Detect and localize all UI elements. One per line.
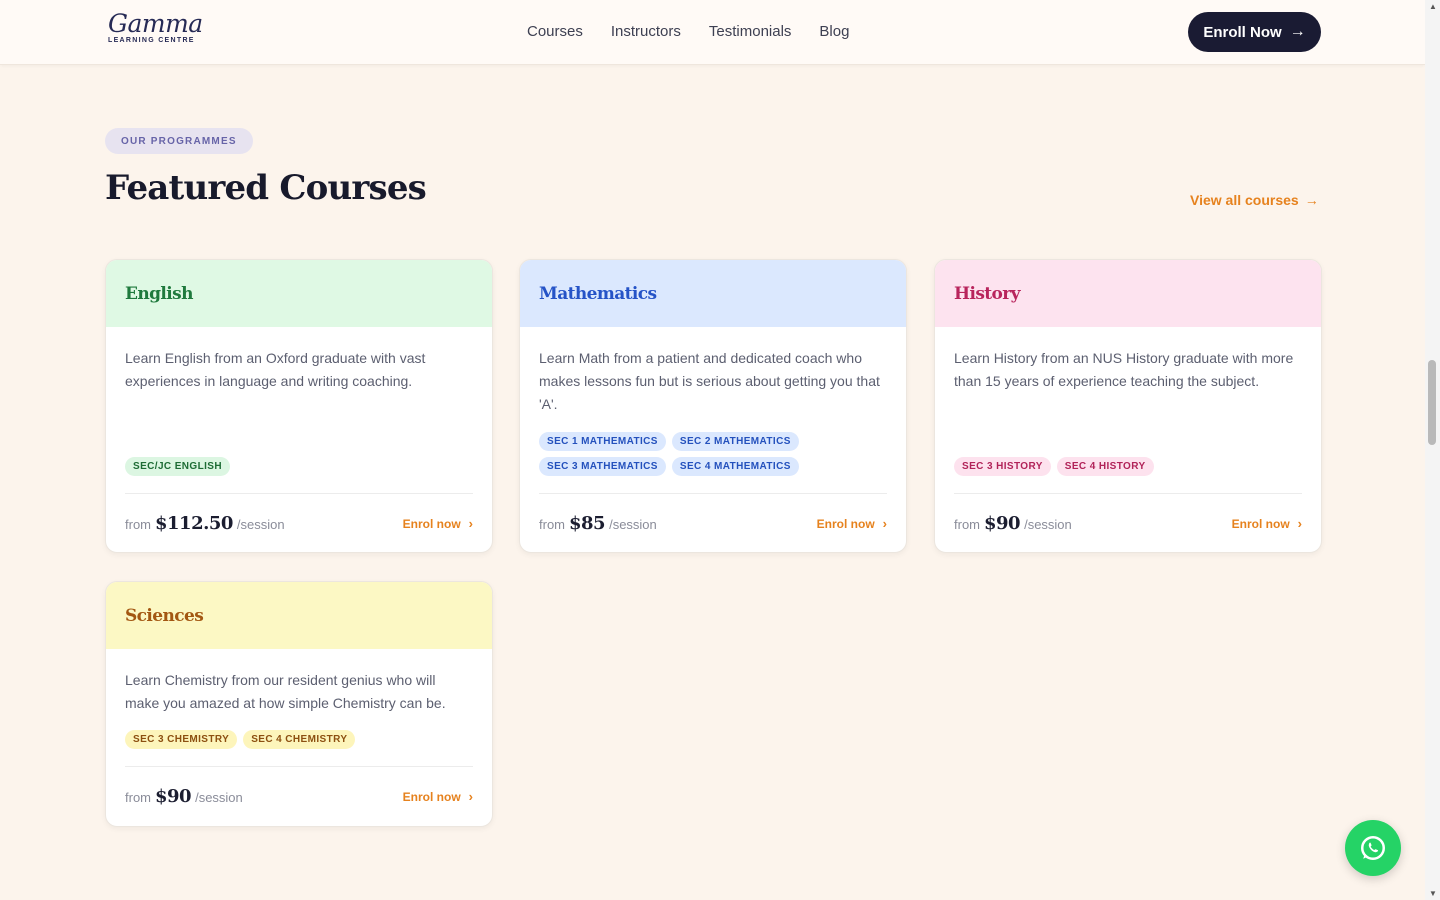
chevron-right-icon: › bbox=[1297, 516, 1302, 531]
enroll-now-button[interactable]: Enroll Now → bbox=[1188, 12, 1321, 52]
price: from $112.50 /session bbox=[125, 513, 285, 534]
course-tags: SEC 3 HISTORY SEC 4 HISTORY bbox=[954, 457, 1154, 476]
enrol-now-link[interactable]: Enrol now › bbox=[403, 516, 473, 531]
course-card-history: History Learn History from an NUS Histor… bbox=[934, 259, 1322, 553]
arrow-right-icon: → bbox=[1304, 192, 1319, 208]
enrol-now-link[interactable]: Enrol now › bbox=[403, 789, 473, 804]
course-tag: SEC 4 CHEMISTRY bbox=[243, 730, 356, 749]
section-eyebrow: OUR PROGRAMMES bbox=[105, 128, 253, 154]
logo-wordmark: Gamma bbox=[108, 9, 203, 38]
card-footer: from $90 /session Enrol now › bbox=[106, 767, 492, 826]
logo-subtitle: LEARNING CENTRE bbox=[108, 37, 195, 44]
chevron-right-icon: › bbox=[882, 516, 887, 531]
main-nav: Courses Instructors Testimonials Blog bbox=[527, 23, 849, 41]
whatsapp-button[interactable] bbox=[1345, 820, 1401, 876]
price-unit: /session bbox=[609, 517, 657, 532]
course-tag: SEC/JC ENGLISH bbox=[125, 457, 230, 476]
price-unit: /session bbox=[195, 790, 243, 805]
enroll-now-label: Enroll Now bbox=[1203, 23, 1282, 41]
course-tag: SEC 3 MATHEMATICS bbox=[539, 457, 666, 476]
view-all-label: View all courses bbox=[1190, 192, 1299, 208]
price-unit: /session bbox=[1024, 517, 1072, 532]
course-description: Learn English from an Oxford graduate wi… bbox=[125, 350, 426, 389]
course-tag: SEC 2 MATHEMATICS bbox=[671, 432, 799, 451]
nav-blog[interactable]: Blog bbox=[819, 23, 849, 41]
enrol-now-link[interactable]: Enrol now › bbox=[817, 516, 887, 531]
card-body: Learn Math from a patient and dedicated … bbox=[520, 327, 906, 493]
card-footer: from $85 /session Enrol now › bbox=[520, 494, 906, 552]
view-all-courses-link[interactable]: View all courses → bbox=[1190, 192, 1319, 208]
enrol-now-label: Enrol now bbox=[402, 789, 461, 804]
card-footer: from $112.50 /session Enrol now › bbox=[106, 494, 492, 552]
nav-instructors[interactable]: Instructors bbox=[611, 23, 681, 41]
card-header: Sciences bbox=[106, 582, 492, 649]
nav-testimonials[interactable]: Testimonials bbox=[709, 23, 792, 41]
section-title: Featured Courses bbox=[105, 168, 427, 208]
price-from-label: from bbox=[125, 517, 151, 532]
scroll-up-icon[interactable]: ▲ bbox=[1429, 2, 1437, 11]
enrol-now-label: Enrol now bbox=[816, 516, 875, 531]
price: from $90 /session bbox=[954, 513, 1072, 534]
card-body: Learn English from an Oxford graduate wi… bbox=[106, 327, 492, 493]
arrow-right-icon: → bbox=[1289, 23, 1306, 40]
course-title: English bbox=[125, 283, 193, 304]
course-card-sciences: Sciences Learn Chemistry from our reside… bbox=[105, 581, 493, 827]
nav-courses[interactable]: Courses bbox=[527, 23, 583, 41]
price-value: $85 bbox=[569, 513, 606, 534]
enrol-now-label: Enrol now bbox=[1231, 516, 1290, 531]
course-tags: SEC/JC ENGLISH bbox=[125, 457, 230, 476]
card-header: English bbox=[106, 260, 492, 327]
site-header: Gamma LEARNING CENTRE Courses Instructor… bbox=[0, 0, 1425, 65]
course-title: Mathematics bbox=[539, 283, 657, 304]
card-footer: from $90 /session Enrol now › bbox=[935, 494, 1321, 552]
course-tags: SEC 1 MATHEMATICS SEC 2 MATHEMATICS SEC … bbox=[539, 432, 839, 476]
course-card-mathematics: Mathematics Learn Math from a patient an… bbox=[519, 259, 907, 553]
course-description: Learn Chemistry from our resident genius… bbox=[125, 672, 446, 711]
scroll-down-icon[interactable]: ▼ bbox=[1429, 889, 1437, 898]
scrollbar[interactable]: ▲ ▼ bbox=[1425, 0, 1440, 900]
course-card-english: English Learn English from an Oxford gra… bbox=[105, 259, 493, 553]
card-body: Learn History from an NUS History gradua… bbox=[935, 327, 1321, 493]
whatsapp-icon bbox=[1360, 835, 1386, 861]
course-description: Learn History from an NUS History gradua… bbox=[954, 350, 1294, 389]
price-value: $112.50 bbox=[155, 513, 233, 534]
price: from $90 /session bbox=[125, 786, 243, 807]
course-title: Sciences bbox=[125, 605, 204, 626]
card-header: History bbox=[935, 260, 1321, 327]
chevron-right-icon: › bbox=[468, 789, 473, 804]
course-tags: SEC 3 CHEMISTRY SEC 4 CHEMISTRY bbox=[125, 730, 356, 749]
chevron-right-icon: › bbox=[468, 516, 473, 531]
logo[interactable]: Gamma LEARNING CENTRE bbox=[108, 9, 203, 54]
price-unit: /session bbox=[236, 517, 285, 532]
course-tag: SEC 3 CHEMISTRY bbox=[125, 730, 238, 749]
price-from-label: from bbox=[539, 517, 565, 532]
course-tag: SEC 3 HISTORY bbox=[954, 457, 1051, 476]
price-value: $90 bbox=[155, 786, 192, 807]
price-from-label: from bbox=[125, 790, 151, 805]
course-tag: SEC 4 HISTORY bbox=[1056, 457, 1154, 476]
scrollbar-thumb[interactable] bbox=[1428, 360, 1436, 445]
card-body: Learn Chemistry from our resident genius… bbox=[106, 649, 492, 766]
card-header: Mathematics bbox=[520, 260, 906, 327]
course-title: History bbox=[954, 283, 1021, 304]
price-value: $90 bbox=[984, 513, 1021, 534]
enrol-now-label: Enrol now bbox=[402, 516, 461, 531]
course-tag: SEC 4 MATHEMATICS bbox=[671, 457, 799, 476]
enrol-now-link[interactable]: Enrol now › bbox=[1232, 516, 1302, 531]
course-description: Learn Math from a patient and dedicated … bbox=[539, 350, 880, 412]
course-tag: SEC 1 MATHEMATICS bbox=[539, 432, 666, 451]
price: from $85 /session bbox=[539, 513, 657, 534]
price-from-label: from bbox=[954, 517, 980, 532]
